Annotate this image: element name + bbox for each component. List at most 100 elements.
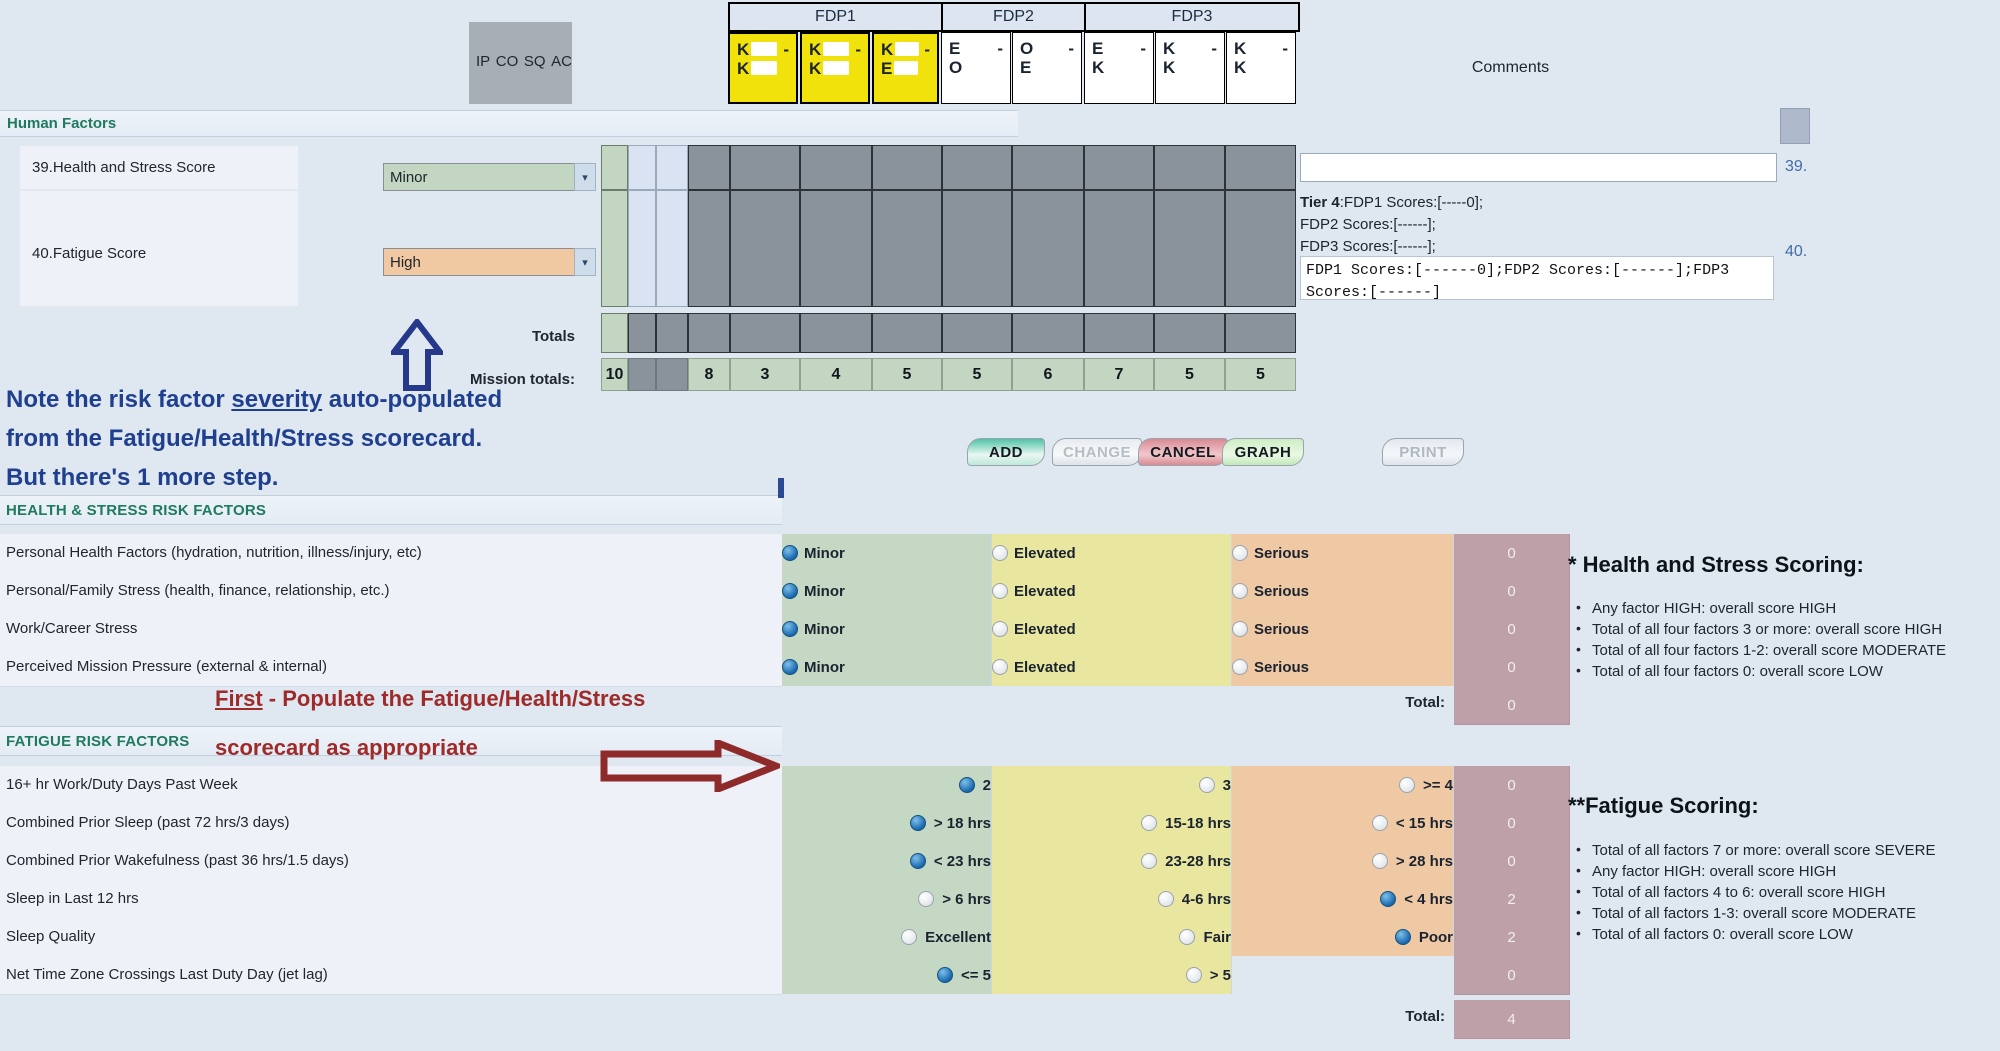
grid-cell-r39-c0[interactable] xyxy=(601,145,628,190)
grid-cell-r40-c6[interactable] xyxy=(872,190,942,307)
health-row-3-opt-1[interactable]: Elevated xyxy=(992,648,1232,686)
comment-input-40[interactable]: FDP1 Scores:[------0];FDP2 Scores:[-----… xyxy=(1300,256,1774,301)
fatigue-row-2-opt-1[interactable]: 23-28 hrs xyxy=(992,842,1232,880)
fatigue-row-1-opt-0[interactable]: > 18 hrs xyxy=(782,804,992,842)
health-row-0-opt-2[interactable]: Serious xyxy=(1232,534,1454,572)
grid-cell-r39-c11[interactable] xyxy=(1225,145,1296,190)
grid-cell-r40-c0[interactable] xyxy=(601,190,628,307)
grid-cell-r39-c10[interactable] xyxy=(1154,145,1225,190)
change-button[interactable]: CHANGE xyxy=(1052,438,1142,466)
redaction-box xyxy=(823,61,850,75)
fatigue-score-dropdown[interactable]: High ▾ xyxy=(383,248,596,276)
radio-selected-icon[interactable] xyxy=(909,853,926,869)
chevron-down-icon[interactable]: ▾ xyxy=(574,163,596,191)
radio-unselected-icon[interactable] xyxy=(1232,659,1248,675)
fatigue-row-0-opt-2[interactable]: >= 4 xyxy=(1232,766,1454,804)
grid-cell-r40-c3[interactable] xyxy=(688,190,730,307)
radio-unselected-icon[interactable] xyxy=(1141,853,1158,869)
graph-button[interactable]: GRAPH xyxy=(1222,438,1304,466)
health-row-1-opt-0[interactable]: Minor xyxy=(782,572,992,610)
grid-cell-r39-c9[interactable] xyxy=(1084,145,1154,190)
grid-cell-r40-c5[interactable] xyxy=(800,190,872,307)
grid-cell-r40-c11[interactable] xyxy=(1225,190,1296,307)
fatigue-row-0-opt-0[interactable]: 2 xyxy=(782,766,992,804)
radio-unselected-icon[interactable] xyxy=(1185,967,1202,983)
grid-cell-r40-c2[interactable] xyxy=(656,190,688,307)
radio-unselected-icon[interactable] xyxy=(992,659,1008,675)
grid-cell-r40-c1[interactable] xyxy=(628,190,656,307)
fatigue-row-1-opt-2[interactable]: < 15 hrs xyxy=(1232,804,1454,842)
leg-cell-1[interactable]: K - K xyxy=(728,32,798,104)
radio-unselected-icon[interactable] xyxy=(1232,583,1248,599)
fatigue-row-1-opt-1[interactable]: 15-18 hrs xyxy=(992,804,1232,842)
grid-cell-r39-c2[interactable] xyxy=(656,145,688,190)
radio-unselected-icon[interactable] xyxy=(1371,815,1388,831)
health-row-2-opt-0[interactable]: Minor xyxy=(782,610,992,648)
fatigue-row-4-opt-1[interactable]: Fair xyxy=(992,918,1232,956)
radio-unselected-icon[interactable] xyxy=(1371,853,1388,869)
fatigue-row-4-opt-2[interactable]: Poor xyxy=(1232,918,1454,956)
fatigue-row-4-opt-0[interactable]: Excellent xyxy=(782,918,992,956)
radio-unselected-icon[interactable] xyxy=(1398,777,1415,793)
fatigue-row-5-opt-0[interactable]: <= 5 xyxy=(782,956,992,994)
fatigue-row-5-opt-1[interactable]: > 5 xyxy=(992,956,1232,994)
health-row-3-opt-2[interactable]: Serious xyxy=(1232,648,1454,686)
health-stress-score-dropdown[interactable]: Minor ▾ xyxy=(383,163,596,191)
fatigue-row-2-opt-0[interactable]: < 23 hrs xyxy=(782,842,992,880)
radio-unselected-icon[interactable] xyxy=(992,621,1008,637)
grid-cell-r40-c8[interactable] xyxy=(1012,190,1084,307)
grid-cell-r39-c5[interactable] xyxy=(800,145,872,190)
grid-cell-r40-c10[interactable] xyxy=(1154,190,1225,307)
radio-unselected-icon[interactable] xyxy=(918,891,935,907)
comment-input-39[interactable] xyxy=(1300,153,1777,182)
radio-unselected-icon[interactable] xyxy=(1141,815,1158,831)
grid-cell-r39-c1[interactable] xyxy=(628,145,656,190)
fatigue-row-2-opt-2[interactable]: > 28 hrs xyxy=(1232,842,1454,880)
radio-unselected-icon[interactable] xyxy=(1232,545,1248,561)
radio-unselected-icon[interactable] xyxy=(1179,929,1196,945)
cancel-button[interactable]: CANCEL xyxy=(1138,438,1228,466)
fatigue-row-3-opt-1[interactable]: 4-6 hrs xyxy=(992,880,1232,918)
radio-selected-icon[interactable] xyxy=(958,777,975,793)
health-row-1-opt-1[interactable]: Elevated xyxy=(992,572,1232,610)
radio-unselected-icon[interactable] xyxy=(1198,777,1215,793)
radio-unselected-icon[interactable] xyxy=(992,583,1008,599)
leg-cell-3[interactable]: K - E xyxy=(872,32,939,104)
health-row-3-opt-0[interactable]: Minor xyxy=(782,648,992,686)
add-button[interactable]: ADD xyxy=(967,438,1045,466)
fatigue-row-3-opt-2[interactable]: < 4 hrs xyxy=(1232,880,1454,918)
grid-cell-r40-c9[interactable] xyxy=(1084,190,1154,307)
radio-selected-icon[interactable] xyxy=(936,967,953,983)
radio-selected-icon[interactable] xyxy=(782,545,798,561)
health-row-0-opt-1[interactable]: Elevated xyxy=(992,534,1232,572)
grid-cell-r40-c7[interactable] xyxy=(942,190,1012,307)
comments-scroll-handle[interactable] xyxy=(1780,108,1810,144)
grid-cell-r39-c7[interactable] xyxy=(942,145,1012,190)
leg-cell-4[interactable]: E - O xyxy=(941,32,1011,104)
health-row-2-opt-1[interactable]: Elevated xyxy=(992,610,1232,648)
grid-cell-r39-c4[interactable] xyxy=(730,145,800,190)
fatigue-row-0-opt-1[interactable]: 3 xyxy=(992,766,1232,804)
health-row-1-opt-2[interactable]: Serious xyxy=(1232,572,1454,610)
radio-selected-icon[interactable] xyxy=(1394,929,1411,945)
radio-unselected-icon[interactable] xyxy=(901,929,918,945)
radio-selected-icon[interactable] xyxy=(1380,891,1397,907)
grid-cell-r39-c6[interactable] xyxy=(872,145,942,190)
grid-cell-r39-c3[interactable] xyxy=(688,145,730,190)
radio-selected-icon[interactable] xyxy=(782,583,798,599)
chevron-down-icon[interactable]: ▾ xyxy=(574,248,596,276)
leg-cell-2[interactable]: K - K xyxy=(800,32,870,104)
print-button[interactable]: PRINT xyxy=(1382,438,1464,466)
radio-selected-icon[interactable] xyxy=(782,621,798,637)
radio-selected-icon[interactable] xyxy=(782,659,798,675)
fatigue-row-3-opt-0[interactable]: > 6 hrs xyxy=(782,880,992,918)
radio-unselected-icon[interactable] xyxy=(1157,891,1174,907)
health-row-2-opt-2[interactable]: Serious xyxy=(1232,610,1454,648)
radio-unselected-icon[interactable] xyxy=(992,545,1008,561)
radio-unselected-icon[interactable] xyxy=(1232,621,1248,637)
totals-cell-11 xyxy=(1225,313,1296,353)
radio-selected-icon[interactable] xyxy=(909,815,926,831)
health-row-0-opt-0[interactable]: Minor xyxy=(782,534,992,572)
grid-cell-r40-c4[interactable] xyxy=(730,190,800,307)
grid-cell-r39-c8[interactable] xyxy=(1012,145,1084,190)
